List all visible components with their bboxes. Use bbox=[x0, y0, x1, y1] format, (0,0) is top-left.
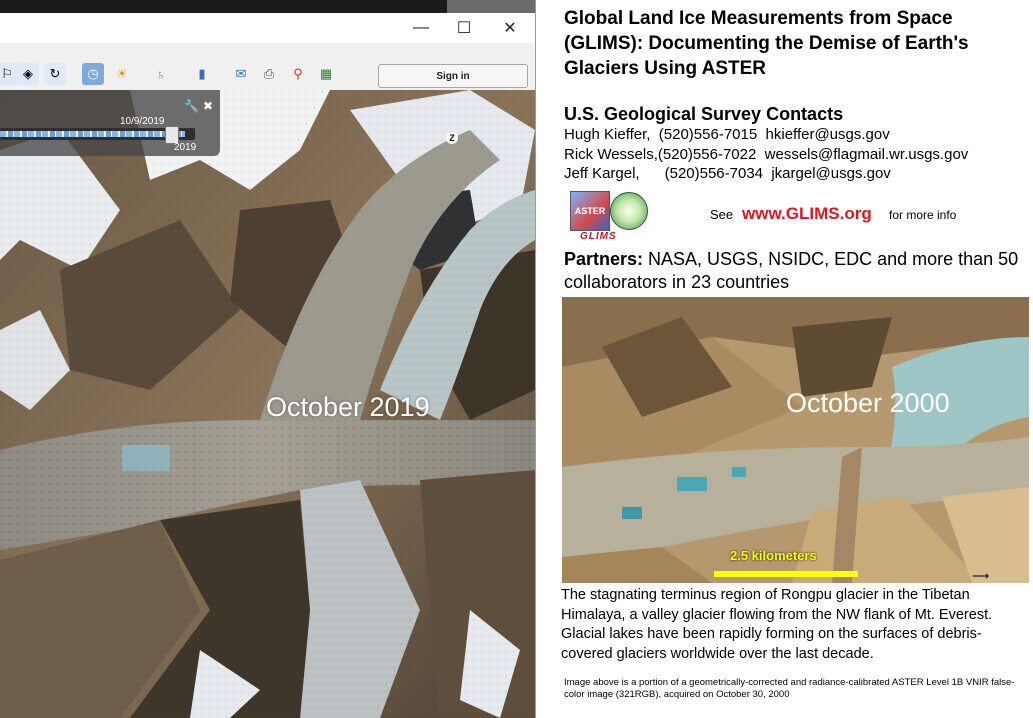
view-in-maps-icon[interactable]: ⚲ bbox=[287, 63, 309, 85]
aster-image-graphic bbox=[562, 297, 1029, 583]
contact-row: Rick Wessels,(520)556-7022 wessels@flagm… bbox=[564, 146, 969, 163]
sunlight-icon[interactable]: ☀ bbox=[111, 63, 133, 85]
add-placemark-icon[interactable]: ⚐ bbox=[0, 63, 18, 85]
close-slider-icon[interactable]: ✖ bbox=[203, 99, 213, 113]
image-date-label: October 2000 bbox=[786, 388, 950, 418]
scale-bar bbox=[714, 571, 858, 577]
slider-current-date: 10/9/2019 bbox=[120, 116, 165, 127]
compass-north-icon[interactable]: Z bbox=[446, 132, 458, 144]
image-footnote: Image above is a portion of a geometrica… bbox=[564, 677, 1015, 700]
toolbar: ⚐ ◈ ↻ ◷ ☀ ♄ ▮ ✉ ⎙ ⚲ ▦ Sign in bbox=[0, 43, 535, 91]
slider-end-year: 2019 bbox=[174, 142, 197, 153]
aster-logo: ASTER bbox=[570, 191, 610, 231]
desktop-strip bbox=[0, 0, 535, 13]
minimize-icon[interactable]: — bbox=[398, 13, 444, 43]
historical-imagery-slider: 🔧 ✖ 10/9/2019 2019 bbox=[0, 90, 220, 156]
window-titlebar[interactable]: — ☐ ✕ bbox=[0, 13, 535, 43]
map-view[interactable]: October 2019 Z 🔧 ✖ 10/9/2019 2019 bbox=[0, 90, 535, 718]
see-text: See bbox=[710, 207, 734, 222]
north-arrow-icon: ⟶ bbox=[972, 569, 990, 583]
historical-imagery-icon[interactable]: ◷ bbox=[82, 63, 104, 85]
planets-icon[interactable]: ♄ bbox=[150, 63, 172, 85]
partners-text: Partners: NASA, USGS, NSIDC, EDC and mor… bbox=[564, 248, 1024, 294]
glims-logo-text: GLIMS bbox=[580, 231, 617, 242]
print-icon[interactable]: ⎙ bbox=[258, 63, 280, 85]
more-info-text: for more info bbox=[889, 208, 957, 222]
image-caption: The stagnating terminus region of Rongpu… bbox=[561, 587, 993, 662]
add-polygon-icon[interactable]: ◈ bbox=[17, 63, 39, 85]
ruler-icon[interactable]: ▮ bbox=[191, 63, 213, 85]
poster-title: Global Land Ice Measurements from Space … bbox=[564, 8, 969, 79]
sign-in-button[interactable]: Sign in bbox=[378, 64, 528, 88]
save-image-icon[interactable]: ▦ bbox=[315, 63, 337, 85]
email-icon[interactable]: ✉ bbox=[230, 63, 252, 85]
slider-imagery-marks bbox=[0, 131, 185, 137]
contacts-heading: U.S. Geological Survey Contacts bbox=[564, 104, 844, 124]
scale-bar-label: 2.5 kilometers bbox=[730, 548, 817, 563]
contact-row: Hugh Kieffer, (520)556-7015 hkieffer@usg… bbox=[564, 126, 890, 143]
wrench-icon[interactable]: 🔧 bbox=[184, 99, 199, 113]
partners-label: Partners: bbox=[564, 249, 644, 269]
add-path-icon[interactable]: ↻ bbox=[44, 63, 66, 85]
google-earth-window: — ☐ ✕ ⚐ ◈ ↻ ◷ ☀ ♄ ▮ ✉ ⎙ ⚲ ▦ Sign in Octo… bbox=[0, 0, 536, 718]
map-date-label: October 2019 bbox=[266, 392, 430, 422]
glims-poster: Global Land Ice Measurements from Space … bbox=[536, 0, 1033, 718]
glims-url-link[interactable]: www.GLIMS.org bbox=[742, 204, 872, 224]
aster-satellite-image: October 2000 2.5 kilometers ⟶ bbox=[562, 297, 1029, 583]
glims-globe-logo bbox=[610, 192, 648, 230]
close-icon[interactable]: ✕ bbox=[487, 13, 533, 43]
contact-row: Jeff Kargel, (520)556-7034 jkargel@usgs.… bbox=[564, 165, 891, 182]
maximize-icon[interactable]: ☐ bbox=[441, 13, 487, 43]
